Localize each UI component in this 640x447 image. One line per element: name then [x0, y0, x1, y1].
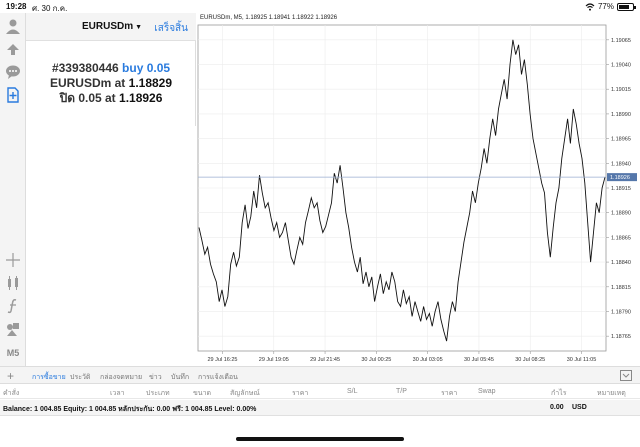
function-icon[interactable]	[4, 297, 22, 315]
total-profit: 0.00	[550, 404, 564, 411]
y-tick-label: 1.18890	[611, 211, 631, 217]
chat-icon[interactable]	[4, 63, 22, 81]
trade-table-header: คำสั่ง เวลา ประเภท ขนาด สัญลักษณ์ ราคา S…	[0, 385, 640, 399]
status-time: 19:28	[6, 2, 27, 11]
y-tick-label: 1.18840	[611, 260, 631, 266]
y-tick-label: 1.18940	[611, 161, 631, 167]
y-tick-label: 1.18965	[611, 137, 631, 143]
balance-row: Balance: 1 004.85 Equity: 1 004.85 หลักป…	[0, 400, 640, 416]
order-panel-header: EURUSDm ▼ เสร็จสิ้น	[26, 13, 196, 41]
wifi-icon	[585, 2, 595, 11]
chart-symbol-info: EURUSDm, M5, 1.18925 1.18941 1.18922 1.1…	[200, 15, 338, 21]
col-symbol: สัญลักษณ์	[230, 390, 260, 397]
crosshair-icon[interactable]	[4, 251, 22, 269]
y-tick-label: 1.18915	[611, 186, 631, 192]
col-price-current: ราคา	[441, 390, 458, 397]
col-swap: Swap	[478, 388, 496, 395]
done-button[interactable]: เสร็จสิ้น	[154, 21, 188, 36]
x-tick-label: 29 Jul 21:45	[310, 357, 340, 363]
y-tick-label: 1.19040	[611, 63, 631, 69]
timeframe-label: M5	[6, 348, 20, 358]
x-tick-label: 30 Jul 08:25	[515, 357, 545, 363]
col-sl: S/L	[347, 388, 358, 395]
y-tick-label: 1.18815	[611, 285, 631, 291]
x-tick-label: 30 Jul 05:45	[464, 357, 494, 363]
tab-mailbox[interactable]: กล่องจดหมาย	[100, 372, 142, 383]
y-tick-label: 1.18990	[611, 112, 631, 118]
order-info: #339380446 buy 0.05 EURUSDm at 1.18829 ป…	[26, 61, 196, 106]
x-tick-label: 30 Jul 00:25	[361, 357, 391, 363]
close-line-prefix: ปิด 0.05 at	[59, 91, 116, 105]
mt5-app: 19:28 ศ. 30 ก.ค. 77% M5 EURUSDm ▼ เสร็จส…	[0, 0, 640, 447]
current-price-label: 1.18926	[610, 175, 630, 181]
col-tp: T/P	[396, 388, 407, 395]
battery-icon	[617, 2, 636, 11]
x-tick-label: 29 Jul 16:25	[207, 357, 237, 363]
add-document-icon[interactable]	[4, 86, 22, 104]
col-order: คำสั่ง	[3, 390, 20, 397]
status-right: 77%	[585, 2, 636, 11]
status-bar: 19:28 ศ. 30 ก.ค. 77%	[0, 0, 640, 13]
tab-news[interactable]: ข่าว	[149, 372, 162, 383]
battery-percent: 77%	[597, 2, 614, 11]
timeframe-icon[interactable]: M5	[4, 344, 22, 362]
open-line-prefix: EURUSDm at	[49, 76, 126, 90]
chart-svg: 1.19065 1.19040 1.19015 1.18990 1.18965 1.189…	[197, 24, 637, 363]
y-tick-label: 1.18790	[611, 309, 631, 315]
close-price: 1.18926	[119, 91, 163, 105]
tab-journal[interactable]: บันทึก	[171, 372, 189, 383]
y-tick-label: 1.19015	[611, 87, 631, 93]
indicators-icon[interactable]	[4, 274, 22, 292]
tab-trade[interactable]: การซื้อขาย	[32, 372, 66, 383]
chevron-down-icon: ▼	[135, 24, 143, 31]
home-indicator[interactable]	[236, 437, 404, 441]
col-price: ราคา	[292, 390, 309, 397]
bottom-tab-bar: + การซื้อขาย ประวัติ กล่องจดหมาย ข่าว บั…	[0, 366, 640, 384]
col-type: ประเภท	[146, 390, 170, 397]
tab-history[interactable]: ประวัติ	[70, 372, 90, 383]
col-volume: ขนาด	[193, 390, 212, 397]
order-panel: EURUSDm ▼ เสร็จสิ้น #339380446 buy 0.05 E…	[26, 13, 196, 126]
orders-icon[interactable]	[4, 39, 22, 57]
symbol-name: EURUSDm	[82, 21, 134, 32]
tab-alerts[interactable]: การแจ้งเตือน	[198, 372, 238, 383]
collapse-panel-icon[interactable]	[620, 370, 632, 381]
y-tick-label: 1.18765	[611, 334, 631, 340]
order-id: #339380446	[51, 61, 119, 75]
x-tick-label: 30 Jul 03:05	[413, 357, 443, 363]
x-tick-label: 29 Jul 19:05	[259, 357, 289, 363]
order-side: buy 0.05	[122, 61, 171, 75]
x-tick-label: 30 Jul 11:05	[567, 357, 597, 363]
objects-icon[interactable]	[4, 320, 22, 338]
col-profit: กำไร	[551, 390, 567, 397]
account-currency: USD	[572, 404, 587, 411]
open-price: 1.18829	[128, 76, 173, 90]
left-toolbar: M5	[0, 13, 26, 366]
y-tick-label: 1.19065	[611, 38, 631, 44]
balance-summary: Balance: 1 004.85 Equity: 1 004.85 หลักป…	[3, 406, 257, 413]
price-chart[interactable]: 1.19065 1.19040 1.19015 1.18990 1.18965 1.189…	[196, 13, 640, 366]
col-time: เวลา	[110, 390, 125, 397]
symbol-selector[interactable]: EURUSDm ▼	[82, 21, 142, 32]
y-tick-label: 1.18865	[611, 235, 631, 241]
user-icon[interactable]	[4, 17, 22, 35]
plus-icon[interactable]: +	[7, 369, 14, 383]
col-comment: หมายเหตุ	[597, 390, 626, 397]
